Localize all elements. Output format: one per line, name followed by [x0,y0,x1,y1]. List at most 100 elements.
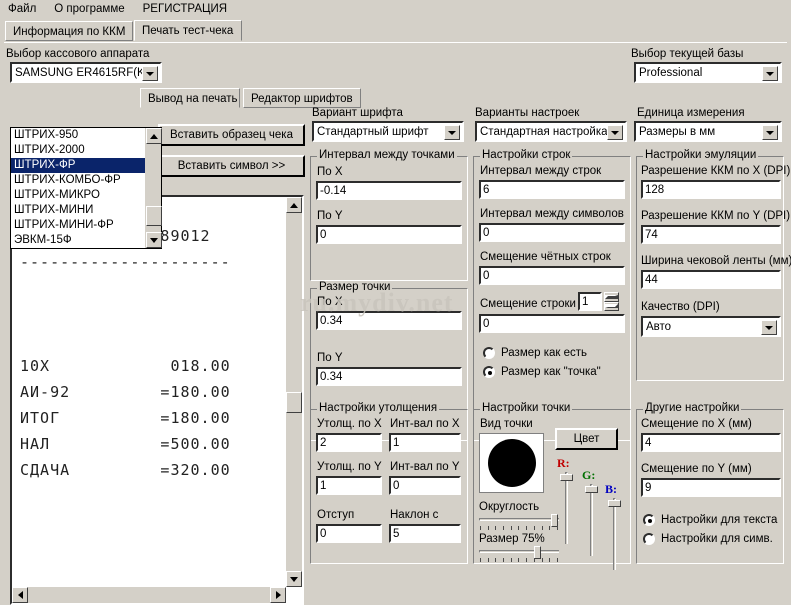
line-settings-caption: Настройки строк [480,149,573,162]
dot-interval-y-input[interactable]: 0 [316,225,462,244]
green-channel-label: G: [582,468,596,482]
receipt-preview[interactable]: ИВАНОВ ИНН : 123456789012 --------------… [10,195,304,605]
radio-settings-for-text-label: Настройки для текста [661,514,778,526]
symbol-interval-input[interactable]: 0 [479,223,625,242]
quality-combo[interactable]: Авто [641,316,781,337]
other-settings-group: Другие настройки Смещение по X (мм) 4 См… [636,402,784,564]
dot-size-x-label: По X [317,296,343,308]
scroll-up-button[interactable] [146,128,162,144]
roundness-slider[interactable] [479,514,559,527]
cash-register-dropdown-list[interactable]: ШТРИХ-950 ШТРИХ-2000 ШТРИХ-ФР ШТРИХ-КОМБ… [10,127,162,249]
slope-input[interactable]: 5 [389,524,461,543]
blue-channel-slider[interactable] [608,498,621,570]
chevron-down-icon[interactable] [142,66,158,81]
spinner-down-icon[interactable] [604,301,619,311]
dot-settings-group: Настройки точки Вид точки Цвет Округлост… [473,402,631,570]
list-item[interactable]: ЭВКМ-15Ф [11,233,161,248]
dropdown-scrollbar[interactable] [145,128,162,248]
dot-shape-icon [487,439,536,487]
preview-vertical-scrollbar[interactable] [286,197,302,587]
cash-register-label: Выбор кассового аппарата [6,48,150,60]
quality-value: Авто [646,321,672,333]
inner-tab-print-output[interactable]: Вывод на печать [140,88,240,108]
slider-thumb[interactable] [560,474,573,481]
dot-size-y-input[interactable]: 0.34 [316,367,462,386]
radio-size-as-dot[interactable]: Размер как "точка" [483,365,601,379]
resolution-x-label: Разрешение ККМ по X (DPI) [641,165,791,177]
tab-kkm-info[interactable]: Информация по ККМ [5,21,133,41]
radio-size-as-is[interactable]: Размер как есть [483,346,587,360]
dot-size-caption: Размер точки [317,281,393,294]
chevron-down-icon[interactable] [607,125,623,140]
preview-horizontal-scrollbar[interactable] [12,587,286,603]
list-item[interactable]: ШТРИХ-КОМБО-ФР [11,173,161,188]
chevron-down-icon[interactable] [762,66,778,81]
resolution-y-input[interactable]: 74 [641,225,781,244]
scroll-thumb[interactable] [146,206,162,226]
font-variant-combo[interactable]: Стандартный шрифт [312,121,464,142]
thickening-x-input[interactable]: 2 [316,433,382,452]
even-rows-offset-label: Смещение чётных строк [480,251,611,263]
menu-item-registration[interactable]: РЕГИСТРАЦИЯ [143,2,227,18]
chevron-down-icon[interactable] [762,125,778,140]
thickening-x-label: Утолщ. по X [317,418,382,430]
settings-variant-combo[interactable]: Стандартная настройка [475,121,627,142]
chevron-down-icon[interactable] [444,125,460,140]
list-item[interactable]: ШТРИХ-МИКРО [11,188,161,203]
menu-item-file[interactable]: Файл [8,2,36,18]
thickening-y-label: Утолщ. по Y [317,461,382,473]
offset-x-label: Смещение по X (мм) [641,418,752,430]
insert-symbol-button[interactable]: Вставить символ >> [158,155,305,177]
inner-tab-font-editor[interactable]: Редактор шрифтов [243,88,361,108]
menu-item-about[interactable]: О программе [54,2,124,18]
tape-width-input[interactable]: 44 [641,270,781,289]
slider-thumb[interactable] [585,486,598,493]
thickening-caption: Настройки утолщения [317,402,440,415]
list-item[interactable]: ШТРИХ-950 [11,128,161,143]
list-item[interactable]: ШТРИХ-МИНИ-ФР [11,218,161,233]
color-button[interactable]: Цвет [555,428,618,450]
unit-combo[interactable]: Размеры в мм [634,121,782,142]
offset-x-input[interactable]: 4 [641,433,781,452]
thickening-y-input[interactable]: 1 [316,476,382,495]
row-offset-spinner[interactable] [604,292,619,311]
chevron-down-icon[interactable] [761,320,777,335]
row-offset-spin-value[interactable]: 1 [578,292,602,311]
list-item[interactable]: ШТРИХ-2000 [11,143,161,158]
scroll-down-button[interactable] [146,232,162,248]
indent-input[interactable]: 0 [316,524,382,543]
line-interval-label: Интервал между строк [480,165,602,177]
interval-x-input[interactable]: 1 [389,433,461,452]
radio-settings-for-text[interactable]: Настройки для текста [643,513,777,527]
red-channel-slider[interactable] [560,472,573,544]
line-interval-input[interactable]: 6 [479,180,625,199]
tab-print-test-receipt[interactable]: Печать тест-чека [134,20,242,41]
scroll-up-button[interactable] [286,197,302,213]
scroll-down-button[interactable] [286,571,302,587]
scroll-right-button[interactable] [270,587,286,603]
insert-sample-receipt-button[interactable]: Вставить образец чека [158,124,305,146]
other-settings-caption: Другие настройки [643,402,742,415]
radio-size-as-is-label: Размер как есть [501,347,588,359]
indent-label: Отступ [317,509,355,521]
green-channel-slider[interactable] [585,484,598,556]
emulation-caption: Настройки эмуляции [643,149,759,162]
database-combo[interactable]: Professional [634,62,782,83]
slider-thumb[interactable] [608,500,621,507]
resolution-x-input[interactable]: 128 [641,180,781,199]
interval-y-input[interactable]: 0 [389,476,461,495]
list-item[interactable]: ШТРИХ-МИНИ [11,203,161,218]
cash-register-combo[interactable]: SAMSUNG ER4615RF(K [10,62,162,83]
offset-y-input[interactable]: 9 [641,478,781,497]
scroll-left-button[interactable] [12,587,28,603]
spinner-up-icon[interactable] [604,292,619,302]
row-offset-input[interactable]: 0 [479,314,625,333]
dot-interval-x-input[interactable]: -0.14 [316,181,462,200]
database-label: Выбор текущей базы [631,48,744,60]
dot-size-slider[interactable] [479,546,559,559]
radio-settings-for-symbol[interactable]: Настройки для симв. [643,532,773,546]
list-item[interactable]: ШТРИХ-ФР [11,158,161,173]
scroll-thumb[interactable] [286,392,302,413]
even-rows-offset-input[interactable]: 0 [479,266,625,285]
dot-size-x-input[interactable]: 0.34 [316,311,462,330]
